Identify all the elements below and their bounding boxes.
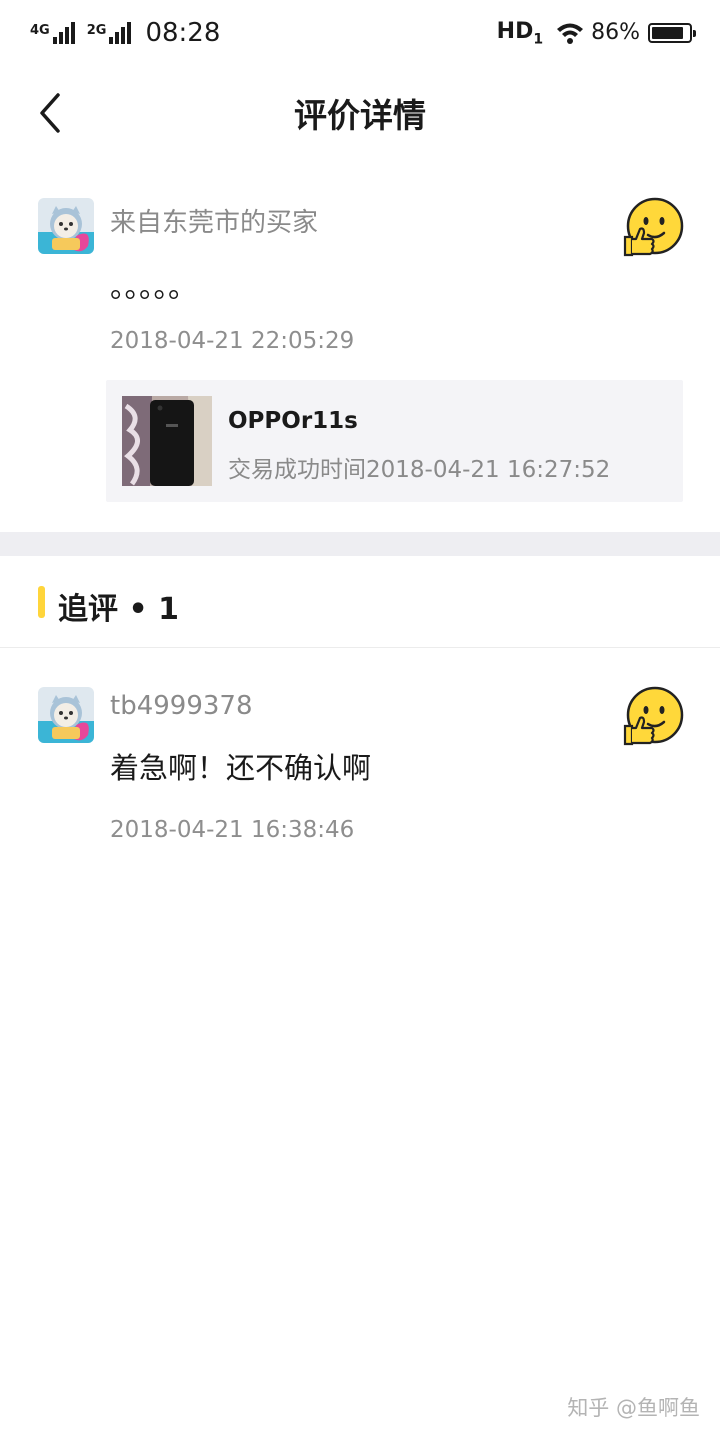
signal-bars-icon xyxy=(51,22,75,44)
followup-header: 追评 • 1 xyxy=(0,556,720,648)
page-title: 评价详情 xyxy=(294,96,426,135)
battery-level xyxy=(652,26,683,39)
followup-title: 追评 • 1 xyxy=(58,592,179,627)
clock: 08:28 xyxy=(145,18,221,48)
review-timestamp: 2018-04-21 16:38:46 xyxy=(110,817,355,843)
sim1-network-label: 4G xyxy=(30,23,50,38)
review-timestamp: 2018-04-21 22:05:29 xyxy=(110,328,355,354)
battery-percent: 86% xyxy=(591,20,640,46)
product-card[interactable]: OPPOr11s 交易成功时间2018-04-21 16:27:52 xyxy=(106,380,683,502)
transaction-time: 交易成功时间2018-04-21 16:27:52 xyxy=(228,457,611,483)
status-bar-left: 4G 2G 08:28 xyxy=(30,18,220,48)
signal-sim2: 2G xyxy=(87,22,132,44)
avatar[interactable] xyxy=(38,687,94,743)
avatar-image xyxy=(38,687,94,743)
wifi-icon xyxy=(557,23,584,44)
thumbs-up-emoji-icon xyxy=(623,197,684,257)
status-bar-right: HD1 86% xyxy=(496,18,696,48)
reviewer-name: 来自东莞市的买家 xyxy=(110,208,319,238)
avatar[interactable] xyxy=(38,198,94,254)
chevron-left-icon xyxy=(40,93,60,133)
accent-bar xyxy=(38,586,45,618)
battery-icon xyxy=(648,22,696,43)
signal-bars-icon xyxy=(107,22,132,44)
review-content: 着急啊！还不确认啊 xyxy=(110,751,372,785)
product-thumbnail xyxy=(122,396,212,486)
hd-indicator: HD1 xyxy=(496,18,544,48)
back-button[interactable] xyxy=(30,90,70,136)
status-bar: 4G 2G 08:28 HD1 86% xyxy=(0,0,720,66)
nav-bar: 评价详情 xyxy=(0,66,720,160)
watermark: 知乎 @鱼啊鱼 xyxy=(567,1396,700,1420)
sim2-network-label: 2G xyxy=(86,23,107,38)
signal-sim1: 4G xyxy=(30,22,75,44)
avatar-image xyxy=(38,198,94,254)
product-name: OPPOr11s xyxy=(228,408,358,434)
reviewer-name: tb4999378 xyxy=(110,691,253,721)
review-content: 。。。。。 xyxy=(110,270,198,304)
section-divider xyxy=(0,532,720,556)
thumbs-up-emoji-icon xyxy=(623,686,684,746)
phone-photo-image xyxy=(122,396,212,486)
